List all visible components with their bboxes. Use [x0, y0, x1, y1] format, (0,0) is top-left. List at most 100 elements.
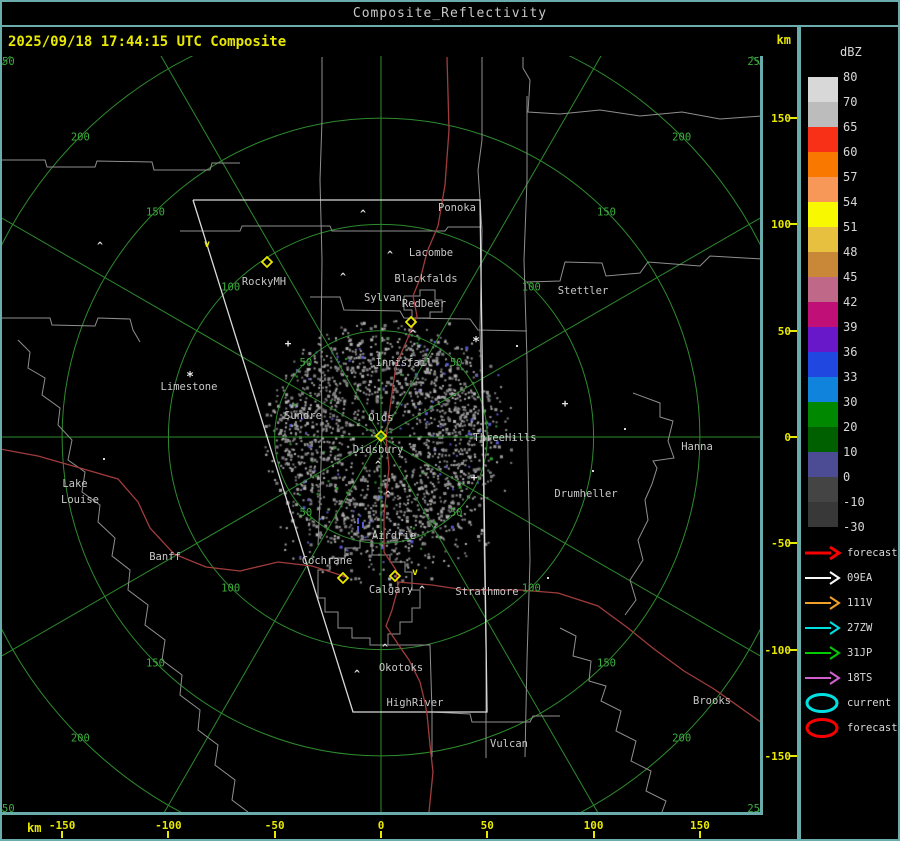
colorbar-label: 54	[843, 195, 858, 209]
legend-label: 27ZW	[847, 621, 873, 634]
legend-item: 18TS	[803, 665, 899, 690]
city-label: Sundre	[284, 410, 322, 422]
caret-marker-icon: ^	[385, 490, 391, 501]
colorbar-block	[808, 252, 838, 277]
colorbar-label: 30	[843, 395, 858, 409]
colorbar-title: dBZ	[840, 45, 862, 59]
title-bar: Composite_Reflectivity	[0, 0, 900, 25]
y-axis-unit: km	[776, 33, 791, 47]
y-tick-label: -100	[764, 643, 792, 657]
legend-label: 111V	[847, 596, 873, 609]
y-tick-mark	[789, 117, 797, 120]
window-border-left	[0, 0, 2, 841]
city-label: RedDeer	[402, 298, 446, 310]
colorbar-label: 60	[843, 145, 858, 159]
colorbar-label: 51	[843, 220, 858, 234]
colorbar-block	[808, 77, 838, 102]
ring-distance-label: 150	[597, 657, 616, 669]
legend-label: forecast	[847, 546, 898, 559]
y-tick-label: 100	[771, 218, 791, 232]
caret-marker-icon: ^	[354, 669, 360, 680]
y-tick-mark	[789, 223, 797, 226]
colorbar-block	[808, 302, 838, 327]
colorbar-label: 33	[843, 370, 858, 384]
ring-distance-label: 150	[146, 207, 165, 219]
radar-app-window: { "window": { "title": "Composite_Reflec…	[0, 0, 900, 841]
city-label: RockyMH	[242, 276, 286, 288]
colorbar-label: 80	[843, 70, 858, 84]
radar-site-diamond-icon	[388, 569, 402, 583]
x-tick-mark	[380, 831, 382, 838]
ring-distance-label: 200	[672, 131, 691, 143]
chevron-marker-icon: v	[412, 567, 418, 578]
colorbar-block	[808, 427, 838, 452]
colorbar-block	[808, 127, 838, 152]
caret-marker-icon: ^	[419, 585, 425, 596]
ring-distance-label: 100	[522, 282, 541, 294]
caret-marker-icon: ^	[410, 329, 416, 340]
y-tick-mark	[789, 754, 797, 757]
legend-item: 27ZW	[803, 615, 899, 640]
legend-label: 18TS	[847, 671, 873, 684]
legend-arrow-icon	[805, 545, 841, 560]
city-label: Louise	[61, 494, 99, 506]
caret-marker-icon: ^	[375, 460, 381, 471]
legend-item: forecast	[803, 715, 899, 740]
legend-label: 31JP	[847, 646, 873, 659]
ring-distance-label: 250	[747, 803, 760, 812]
x-tick-mark	[61, 831, 64, 838]
ring-distance-label: 150	[597, 207, 616, 219]
city-label: Drumheller	[554, 488, 617, 500]
y-tick-mark	[789, 329, 797, 332]
colorbar-block	[808, 227, 838, 252]
y-tick-label: 50	[777, 324, 791, 338]
ring-distance-label: 200	[71, 131, 90, 143]
colorbar-label: 48	[843, 245, 858, 259]
city-label: Banff	[149, 551, 181, 563]
city-label: HighRiver	[387, 697, 444, 709]
x-tick-mark	[592, 831, 595, 838]
colorbar-block	[808, 377, 838, 402]
colorbar-label: 57	[843, 170, 858, 184]
city-label: Blackfalds	[394, 273, 457, 285]
chevron-marker-icon: v	[204, 239, 210, 250]
legend-label: forecast	[847, 721, 898, 734]
city-label: Didsbury	[353, 444, 404, 456]
x-tick-mark	[486, 831, 489, 838]
x-tick-mark	[167, 831, 170, 838]
colorbar-block	[808, 152, 838, 177]
legend: forecast 09EA 111V 27ZW 31JP 18TS current forec…	[803, 540, 899, 740]
y-tick-label: -50	[771, 537, 791, 551]
legend-arrow-icon	[805, 570, 841, 585]
colorbar-block	[808, 277, 838, 302]
colorbar-block	[808, 177, 838, 202]
legend-ellipse-icon	[805, 692, 839, 713]
colorbar-block	[808, 102, 838, 127]
colorbar-block	[808, 352, 838, 377]
colorbar-label: 36	[843, 345, 858, 359]
city-label: Okotoks	[379, 662, 423, 674]
colorbar-block	[808, 327, 838, 352]
ring-distance-label: 250	[2, 803, 15, 812]
colorbar-block	[808, 402, 838, 427]
city-label: Vulcan	[490, 738, 528, 750]
legend-item: 31JP	[803, 640, 899, 665]
city-label: Hanna	[681, 441, 713, 453]
ring-distance-label: 200	[71, 733, 90, 745]
x-tick-mark	[698, 831, 701, 838]
city-label: Cochrane	[302, 555, 353, 567]
ring-distance-label: 100	[221, 282, 240, 294]
plus-marker-icon: +	[562, 397, 569, 410]
colorbar-label: -10	[843, 495, 865, 509]
ring-distance-label: 50	[300, 507, 313, 519]
colorbar-label: 65	[843, 120, 858, 134]
colorbar-label: 20	[843, 420, 858, 434]
ring-distance-label: 250	[747, 56, 760, 68]
asterisk-marker-icon: *	[186, 370, 194, 385]
ring-distance-label: 200	[672, 733, 691, 745]
colorbar-label: 10	[843, 445, 858, 459]
ring-distance-label: 50	[300, 357, 313, 369]
title-divider	[0, 25, 900, 27]
legend-arrow-icon	[805, 645, 841, 660]
city-label: Lake	[62, 478, 87, 490]
